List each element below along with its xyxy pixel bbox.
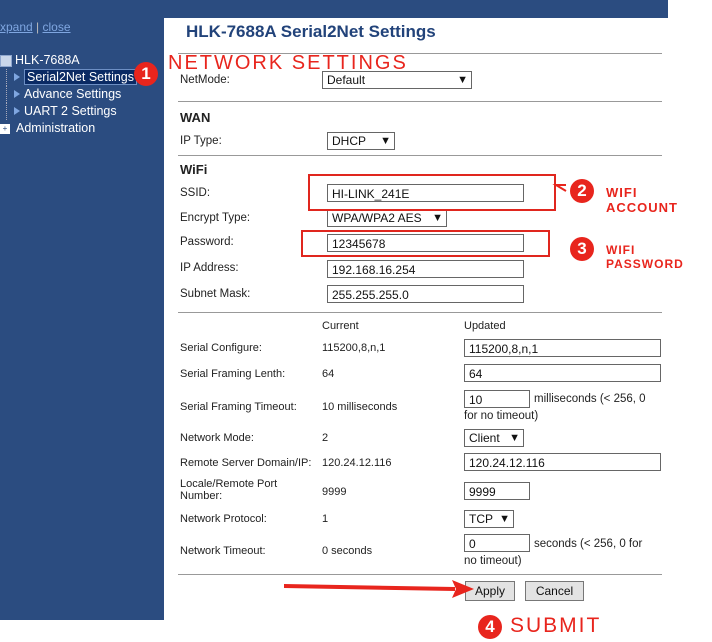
submit-arrow-shaft <box>284 584 455 591</box>
step-4-caption: SUBMIT <box>510 614 602 637</box>
step-3-caption: WIFI PASSWORD <box>606 243 684 271</box>
annotation-arrows <box>284 184 567 598</box>
wifi-account-pointer <box>552 184 567 192</box>
step-2-caption: WIFI ACCOUNT <box>606 185 678 215</box>
submit-arrow-head <box>452 580 474 598</box>
step-1-caption: NETWORK SETTINGS <box>168 52 408 74</box>
step-3-badge: 3 <box>570 237 594 261</box>
step-1-badge: 1 <box>134 62 158 86</box>
step-4-badge: 4 <box>478 615 502 639</box>
step-2-badge: 2 <box>570 179 594 203</box>
